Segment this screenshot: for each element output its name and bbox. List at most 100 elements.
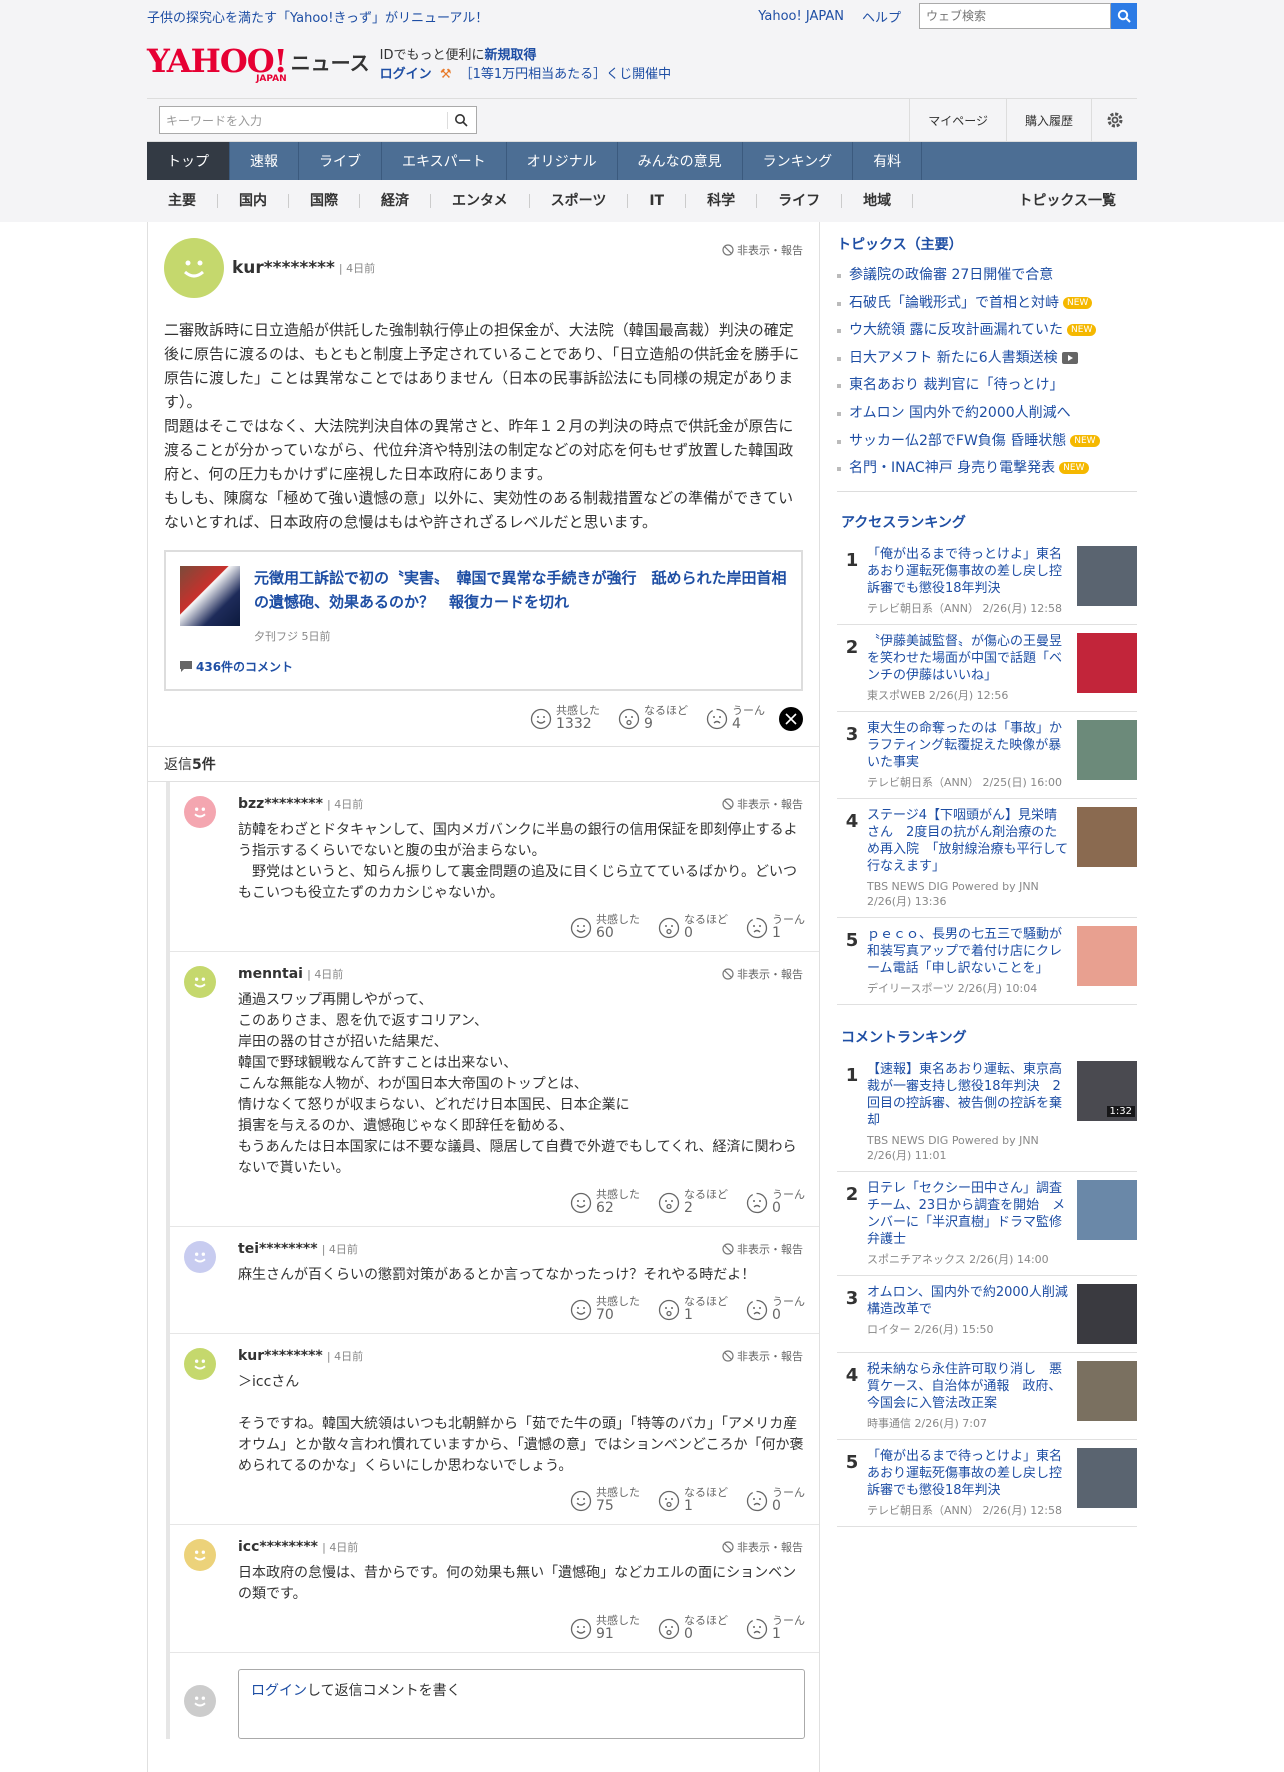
ranking-item[interactable]: 4 ステージ4【下咽頭がん】見栄晴さん 2度目の抗がん剤治療のため再入院 「放射… [837,799,1137,918]
topic-item[interactable]: サッカー仏2部でFW負傷 昏睡状態 NEW [837,428,1137,456]
purchase-history-link[interactable]: 購入履歴 [1005,99,1091,141]
hide-report-button[interactable]: 非表示・報告 [722,1241,803,1257]
reply-user[interactable]: bzz******** [238,796,323,812]
category-local[interactable]: 地域 [842,194,914,208]
article-title[interactable]: 元徴用工訴訟で初の〝実害〟 韓国で異常な手続きが強行 舐められた岸田首相の遺憾砲… [254,566,787,626]
hide-report-button[interactable]: 非表示・報告 [722,242,803,258]
naruhodo-button[interactable]: なるほど 1 [658,1487,728,1514]
hide-report-button[interactable]: 非表示・報告 [722,1348,803,1364]
reply-input[interactable]: ログインして返信コメントを書く [238,1669,805,1739]
rank-thumbnail[interactable] [1077,719,1137,780]
reply-user[interactable]: menntai [238,966,303,982]
topic-link[interactable]: 参議院の政倫審 27日開催で合意 [849,267,1053,283]
mypage-link[interactable]: マイページ [909,99,1006,141]
topic-link[interactable]: ウ大統領 露に反攻計画漏れていた [849,322,1063,338]
kids-promo-link[interactable]: 子供の探究心を満たす「Yahoo!きっず」がリニューアル！ [147,7,488,26]
rank-thumbnail[interactable] [1077,1283,1137,1344]
reply-user[interactable]: tei******** [238,1241,318,1257]
gnav-original[interactable]: オリジナル [507,142,618,180]
gnav-expert[interactable]: エキスパート [382,142,507,180]
article-comments-link[interactable]: 436件のコメント [180,658,787,675]
reply-user[interactable]: icc******** [238,1539,318,1555]
gnav-top[interactable]: トップ [147,142,230,180]
agree-button[interactable]: 共感した 70 [570,1296,640,1323]
naruhodo-button[interactable]: なるほど 9 [618,705,688,732]
category-sports[interactable]: スポーツ [530,194,629,208]
signup-link[interactable]: 新規取得 [485,48,537,63]
topic-link[interactable]: 石破氏「論戦形式」で首相と対峙 [849,295,1059,311]
lottery-link[interactable]: ［1等1万円相当あたる］くじ開催中 [460,67,672,82]
topic-item[interactable]: ウ大統領 露に反攻計画漏れていた NEW [837,317,1137,345]
keyword-input[interactable]: キーワードを入力 [160,111,448,129]
ranking-item[interactable]: 2 〝伊藤美誠監督〟が傷心の王曼昱を笑わせた場面が中国で話題「ベンチの伊藤はいい… [837,625,1137,712]
topic-link[interactable]: オムロン 国内外で約2000人削減へ [849,405,1071,421]
category-science[interactable]: 科学 [686,194,758,208]
hide-report-button[interactable]: 非表示・報告 [722,1539,803,1555]
rank-thumbnail[interactable] [1077,925,1137,986]
agree-button[interactable]: 共感した 91 [570,1615,640,1642]
rank-thumbnail[interactable] [1077,1360,1137,1421]
gnav-opinion[interactable]: みんなの意見 [618,142,743,180]
naruhodo-button[interactable]: なるほど 0 [658,1615,728,1642]
hide-report-button[interactable]: 非表示・報告 [722,966,803,982]
uun-button[interactable]: うーん 1 [746,1615,805,1642]
topics-list-link[interactable]: トピックス一覧 [997,194,1137,208]
rank-title[interactable]: 税未納なら永住許可取り消し 悪質ケース、自治体が通報 政府、今国会に入管法改正案 [867,1361,1069,1412]
ranking-item[interactable]: 5 「俺が出るまで待っとけよ」東名あおり運転死傷事故の差し戻し控訴審でも懲役18… [837,1440,1137,1527]
naruhodo-button[interactable]: なるほど 1 [658,1296,728,1323]
rank-title[interactable]: 「俺が出るまで待っとけよ」東名あおり運転死傷事故の差し戻し控訴審でも懲役18年判… [867,546,1069,597]
settings-button[interactable] [1091,99,1137,141]
yahoo-japan-link[interactable]: Yahoo! JAPAN [758,9,844,24]
topic-link[interactable]: サッカー仏2部でFW負傷 昏睡状態 [849,433,1066,449]
ranking-item[interactable]: 4 税未納なら永住許可取り消し 悪質ケース、自治体が通報 政府、今国会に入管法改… [837,1353,1137,1440]
login-link[interactable]: ログイン [380,67,432,82]
topic-item[interactable]: 石破氏「論戦形式」で首相と対峙 NEW [837,290,1137,318]
ranking-item[interactable]: 5 ｐｅｃｏ、長男の七五三で騒動が和装写真アップで着付け店にクレーム電話「申し訳… [837,918,1137,1005]
rank-title[interactable]: オムロン、国内外で約2000人削減 構造改革で [867,1284,1069,1318]
gnav-paid[interactable]: 有料 [853,142,923,180]
naruhodo-button[interactable]: なるほど 0 [658,914,728,941]
topic-item[interactable]: オムロン 国内外で約2000人削減へ [837,400,1137,428]
rank-thumbnail[interactable] [1077,806,1137,867]
rank-thumbnail[interactable] [1077,1179,1137,1240]
topic-item[interactable]: 名門・INAC神戸 身売り電撃発表 NEW [837,455,1137,483]
article-card[interactable]: 元徴用工訴訟で初の〝実害〟 韓国で異常な手続きが強行 舐められた岸田首相の遺憾砲… [164,550,803,691]
topic-link[interactable]: 東名あおり 裁判官に「待っとけ」 [849,377,1063,393]
topic-item[interactable]: 東名あおり 裁判官に「待っとけ」 [837,372,1137,400]
gnav-live[interactable]: ライブ [299,142,382,180]
category-main[interactable]: 主要 [147,194,218,208]
uun-button[interactable]: うーん 4 [706,705,765,732]
help-link[interactable]: ヘルプ [862,7,901,26]
keyword-search[interactable]: キーワードを入力 [159,106,477,134]
rank-title[interactable]: ステージ4【下咽頭がん】見栄晴さん 2度目の抗がん剤治療のため再入院 「放射線治… [867,807,1069,875]
agree-button[interactable]: 共感した 62 [570,1189,640,1216]
rank-thumbnail[interactable] [1077,1447,1137,1508]
reply-login-link[interactable]: ログイン [251,1683,307,1699]
rank-thumbnail[interactable] [1077,545,1137,606]
ranking-item[interactable]: 3 オムロン、国内外で約2000人削減 構造改革で ロイター 2/26(月) 1… [837,1276,1137,1353]
naruhodo-button[interactable]: なるほど 2 [658,1189,728,1216]
agree-button[interactable]: 共感した 75 [570,1487,640,1514]
access-ranking-title[interactable]: アクセスランキング [841,512,1137,532]
search-icon[interactable] [454,113,468,127]
uun-button[interactable]: うーん 0 [746,1487,805,1514]
agree-button[interactable]: 共感した 60 [570,914,640,941]
web-search-input[interactable] [919,3,1111,29]
yahoo-news-logo[interactable]: YAHOO! JAPAN ニュース [147,45,370,84]
gnav-flash[interactable]: 速報 [230,142,299,180]
article-thumbnail[interactable] [180,566,240,626]
comment-user[interactable]: kur******** [232,258,335,278]
agree-button[interactable]: 共感した 1332 [530,705,600,732]
reply-user[interactable]: kur******** [238,1348,323,1364]
rank-title[interactable]: ｐｅｃｏ、長男の七五三で騒動が和装写真アップで着付け店にクレーム電話「申し訳ない… [867,926,1069,977]
gnav-ranking[interactable]: ランキング [743,142,854,180]
rank-thumbnail[interactable]: 1:32 [1077,1060,1137,1121]
rank-title[interactable]: 【速報】東名あおり運転、東京高裁が一審支持し懲役18年判決 2回目の控訴審、被告… [867,1061,1069,1129]
topic-item[interactable]: 日大アメフト 新たに6人書類送検 [837,345,1137,373]
comment-ranking-title[interactable]: コメントランキング [841,1027,1137,1047]
hide-report-button[interactable]: 非表示・報告 [722,796,803,812]
rank-thumbnail[interactable] [1077,632,1137,693]
ranking-item[interactable]: 2 日テレ「セクシー田中さん」調査チーム、23日から調査を開始 メンバーに「半沢… [837,1172,1137,1276]
ranking-item[interactable]: 3 東大生の命奪ったのは「事故」かラフティング転覆捉えた映像が暴いた事実 テレビ… [837,712,1137,799]
category-domestic[interactable]: 国内 [218,194,289,208]
